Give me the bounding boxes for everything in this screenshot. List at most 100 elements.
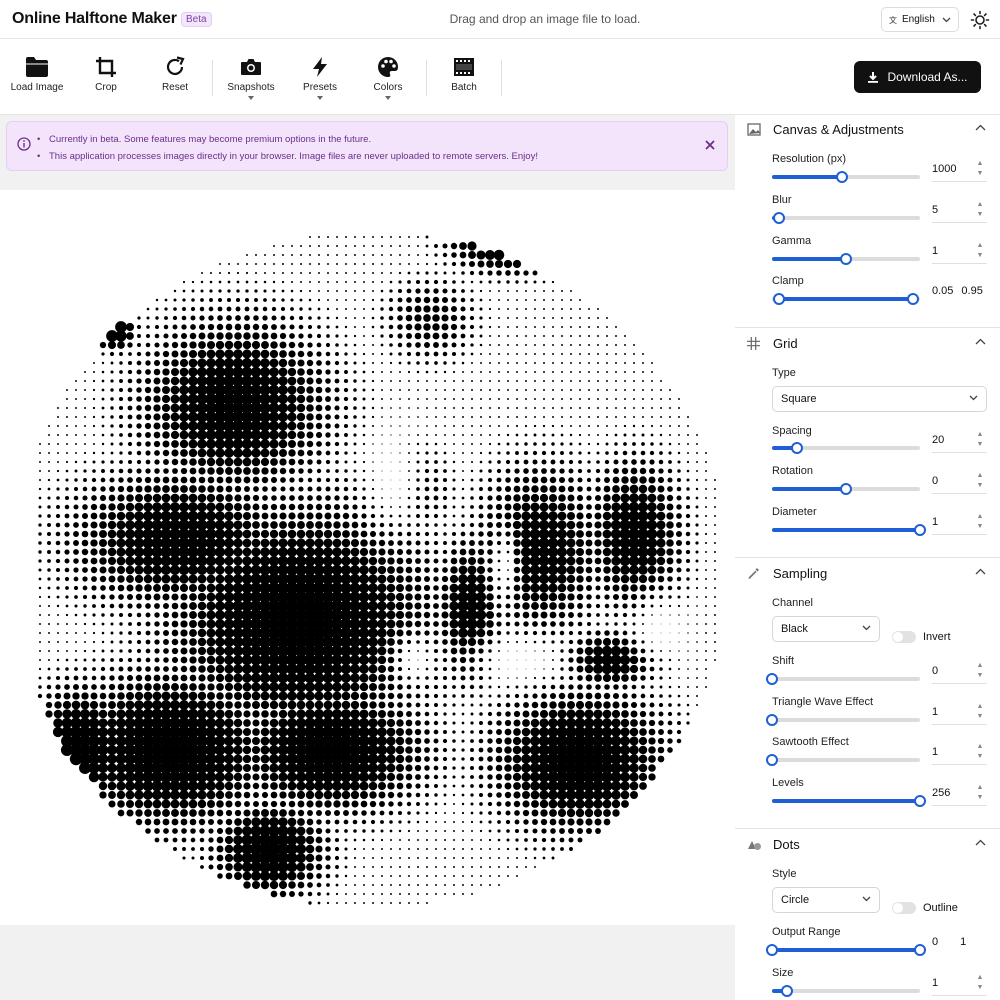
slider-thumb[interactable] bbox=[835, 171, 848, 183]
gamma-slider[interactable] bbox=[772, 253, 920, 265]
spinner-icon[interactable]: ▲ ▼ bbox=[975, 702, 985, 722]
slider-thumb[interactable] bbox=[791, 442, 804, 454]
sawtooth-input[interactable]: 1 ▲ ▼ bbox=[932, 739, 987, 765]
halftone-dot bbox=[408, 875, 410, 877]
spinner-icon[interactable]: ▲ ▼ bbox=[975, 159, 985, 179]
halftone-dot bbox=[506, 838, 510, 842]
batch-button[interactable]: Batch bbox=[429, 56, 499, 93]
halftone-dot bbox=[462, 893, 464, 895]
section-dots-header[interactable]: Dots bbox=[735, 830, 1000, 860]
slider-thumb-low[interactable] bbox=[773, 293, 786, 305]
dot-style-select[interactable]: Circle bbox=[772, 887, 880, 913]
levels-input[interactable]: 256 ▲ ▼ bbox=[932, 780, 987, 806]
slider-thumb[interactable] bbox=[766, 673, 778, 685]
halftone-dot bbox=[507, 344, 509, 346]
resolution-input[interactable]: 1000 ▲ ▼ bbox=[932, 156, 987, 182]
slider-thumb[interactable] bbox=[840, 483, 852, 495]
spacing-input[interactable]: 20 ▲ ▼ bbox=[932, 427, 987, 453]
close-icon[interactable] bbox=[703, 138, 717, 152]
halftone-dot bbox=[495, 782, 503, 790]
triangle-wave-input[interactable]: 1 ▲ ▼ bbox=[932, 699, 987, 725]
rotation-input[interactable]: 0 ▲ ▼ bbox=[932, 468, 987, 494]
slider-thumb[interactable] bbox=[780, 985, 793, 997]
triangle-wave-slider[interactable] bbox=[766, 714, 920, 726]
download-button[interactable]: Download As... bbox=[854, 61, 981, 93]
diameter-input[interactable]: 1 ▲ ▼ bbox=[932, 509, 987, 535]
section-canvas-header[interactable]: Canvas & Adjustments bbox=[735, 115, 1000, 145]
slider-thumb[interactable] bbox=[766, 754, 778, 766]
halftone-dot bbox=[615, 407, 617, 409]
slider-thumb[interactable] bbox=[773, 212, 786, 224]
halftone-dot bbox=[73, 549, 79, 555]
section-sampling-header[interactable]: Sampling bbox=[735, 559, 1000, 589]
spacing-slider[interactable] bbox=[772, 442, 920, 454]
blur-input[interactable]: 5 ▲ ▼ bbox=[932, 197, 987, 223]
halftone-dot bbox=[705, 632, 707, 634]
toggle-switch[interactable] bbox=[892, 902, 916, 914]
gamma-input[interactable]: 1 ▲ ▼ bbox=[932, 238, 987, 264]
slider-thumb-high[interactable] bbox=[914, 944, 926, 956]
sawtooth-slider[interactable] bbox=[766, 754, 920, 766]
spinner-icon[interactable]: ▲ ▼ bbox=[975, 661, 985, 681]
colors-button[interactable]: Colors bbox=[353, 56, 423, 100]
output-range-slider[interactable] bbox=[766, 944, 926, 956]
sun-icon[interactable] bbox=[970, 10, 990, 30]
spinner-icon[interactable]: ▲ ▼ bbox=[975, 973, 985, 993]
clamp-min-value[interactable]: 0.05 bbox=[932, 285, 953, 297]
clamp-slider[interactable] bbox=[772, 293, 920, 305]
slider-thumb[interactable] bbox=[914, 524, 926, 536]
halftone-dot bbox=[414, 323, 422, 331]
load-image-button[interactable]: Load Image bbox=[2, 56, 72, 93]
halftone-dot bbox=[297, 800, 305, 808]
language-select[interactable]: 文 English bbox=[881, 7, 959, 32]
halftone-dot bbox=[676, 477, 682, 483]
halftone-dot bbox=[611, 556, 621, 566]
toggle-switch[interactable] bbox=[892, 631, 916, 643]
slider-thumb[interactable] bbox=[840, 253, 852, 265]
spinner-icon[interactable]: ▲ ▼ bbox=[975, 783, 985, 803]
levels-slider[interactable] bbox=[772, 795, 926, 807]
halftone-dot bbox=[658, 585, 664, 591]
halftone-dot bbox=[462, 380, 464, 382]
invert-toggle[interactable]: Invert bbox=[892, 631, 951, 643]
spinner-icon[interactable]: ▲ ▼ bbox=[975, 200, 985, 220]
halftone-canvas[interactable] bbox=[0, 190, 735, 925]
output-range-max-value[interactable]: 1 bbox=[960, 936, 966, 948]
resolution-slider[interactable] bbox=[772, 171, 920, 183]
spinner-icon[interactable]: ▲ ▼ bbox=[975, 241, 985, 261]
size-slider[interactable] bbox=[772, 985, 920, 997]
halftone-dot bbox=[477, 557, 485, 565]
presets-button[interactable]: Presets bbox=[285, 56, 355, 100]
halftone-dot bbox=[506, 577, 510, 581]
halftone-dot bbox=[307, 351, 313, 357]
slider-thumb-low[interactable] bbox=[766, 944, 778, 956]
slider-thumb[interactable] bbox=[914, 795, 926, 807]
halftone-dot bbox=[442, 288, 448, 294]
section-grid-header[interactable]: Grid bbox=[735, 329, 1000, 359]
blur-slider[interactable] bbox=[772, 212, 920, 224]
diameter-slider[interactable] bbox=[772, 524, 926, 536]
output-range-min-value[interactable]: 0 bbox=[932, 936, 938, 948]
slider-thumb[interactable] bbox=[766, 714, 778, 726]
crop-button[interactable]: Crop bbox=[71, 56, 141, 93]
slider-thumb-high[interactable] bbox=[906, 293, 919, 305]
snapshots-button[interactable]: Snapshots bbox=[216, 56, 286, 100]
output-range-inputs[interactable]: 01 bbox=[932, 929, 992, 955]
size-input[interactable]: 1 ▲ ▼ bbox=[932, 970, 987, 996]
clamp-inputs[interactable]: 0.05 0.95 bbox=[932, 278, 992, 304]
spinner-icon[interactable]: ▲ ▼ bbox=[975, 430, 985, 450]
rotation-slider[interactable] bbox=[772, 483, 920, 495]
shift-input[interactable]: 0 ▲ ▼ bbox=[932, 658, 987, 684]
grid-type-select[interactable]: Square bbox=[772, 386, 987, 412]
outline-toggle[interactable]: Outline bbox=[892, 902, 958, 914]
clamp-max-value[interactable]: 0.95 bbox=[961, 285, 982, 297]
halftone-dot bbox=[251, 880, 261, 890]
halftone-dot bbox=[143, 700, 153, 710]
spinner-icon[interactable]: ▲ ▼ bbox=[975, 512, 985, 532]
channel-select[interactable]: Black bbox=[772, 616, 880, 642]
spinner-icon[interactable]: ▲ ▼ bbox=[975, 471, 985, 491]
shift-slider[interactable] bbox=[766, 673, 920, 685]
halftone-dot bbox=[56, 505, 60, 509]
reset-button[interactable]: Reset bbox=[140, 56, 210, 93]
spinner-icon[interactable]: ▲ ▼ bbox=[975, 742, 985, 762]
